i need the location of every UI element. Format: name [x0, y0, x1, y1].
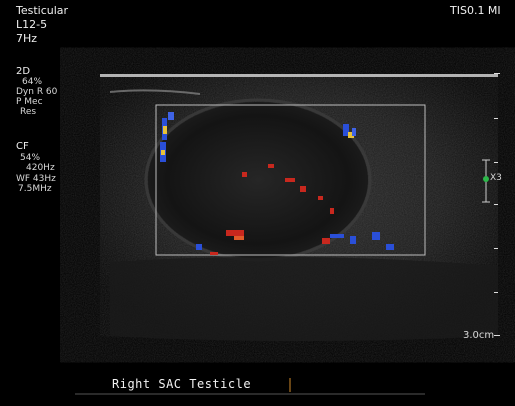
mode-2d-dyn-range: Dyn R 60 — [16, 87, 58, 97]
mode-2d-resolution: Res — [20, 107, 37, 117]
mode-cf-gain: 54% — [20, 153, 41, 163]
zoom-label: X3 — [490, 173, 502, 183]
preset-label: Testicular — [16, 4, 69, 17]
frame-rate-label: 7Hz — [16, 32, 38, 45]
mode-2d-label: 2D — [16, 66, 31, 77]
mode-cf-frequency: 7.5MHz — [18, 184, 52, 194]
mode-cf-wall-filter: WF 43Hz — [16, 174, 56, 184]
body-marker-annotation[interactable]: Right SAC Testicle — [112, 377, 251, 391]
ultrasound-image — [75, 73, 500, 395]
probe-label: L12-5 — [16, 18, 48, 31]
mode-cf-prf: 420Hz — [26, 163, 55, 173]
mode-2d-gain: 64% — [22, 77, 43, 87]
depth-label: 3.0cm — [463, 330, 495, 341]
mode-2d-persistence: P Mec — [16, 97, 43, 107]
skin-line — [100, 74, 498, 77]
mode-cf-label: CF — [16, 141, 29, 152]
safety-indices: TIS0.1 MI — [450, 4, 501, 17]
lower-tissue — [110, 256, 498, 341]
